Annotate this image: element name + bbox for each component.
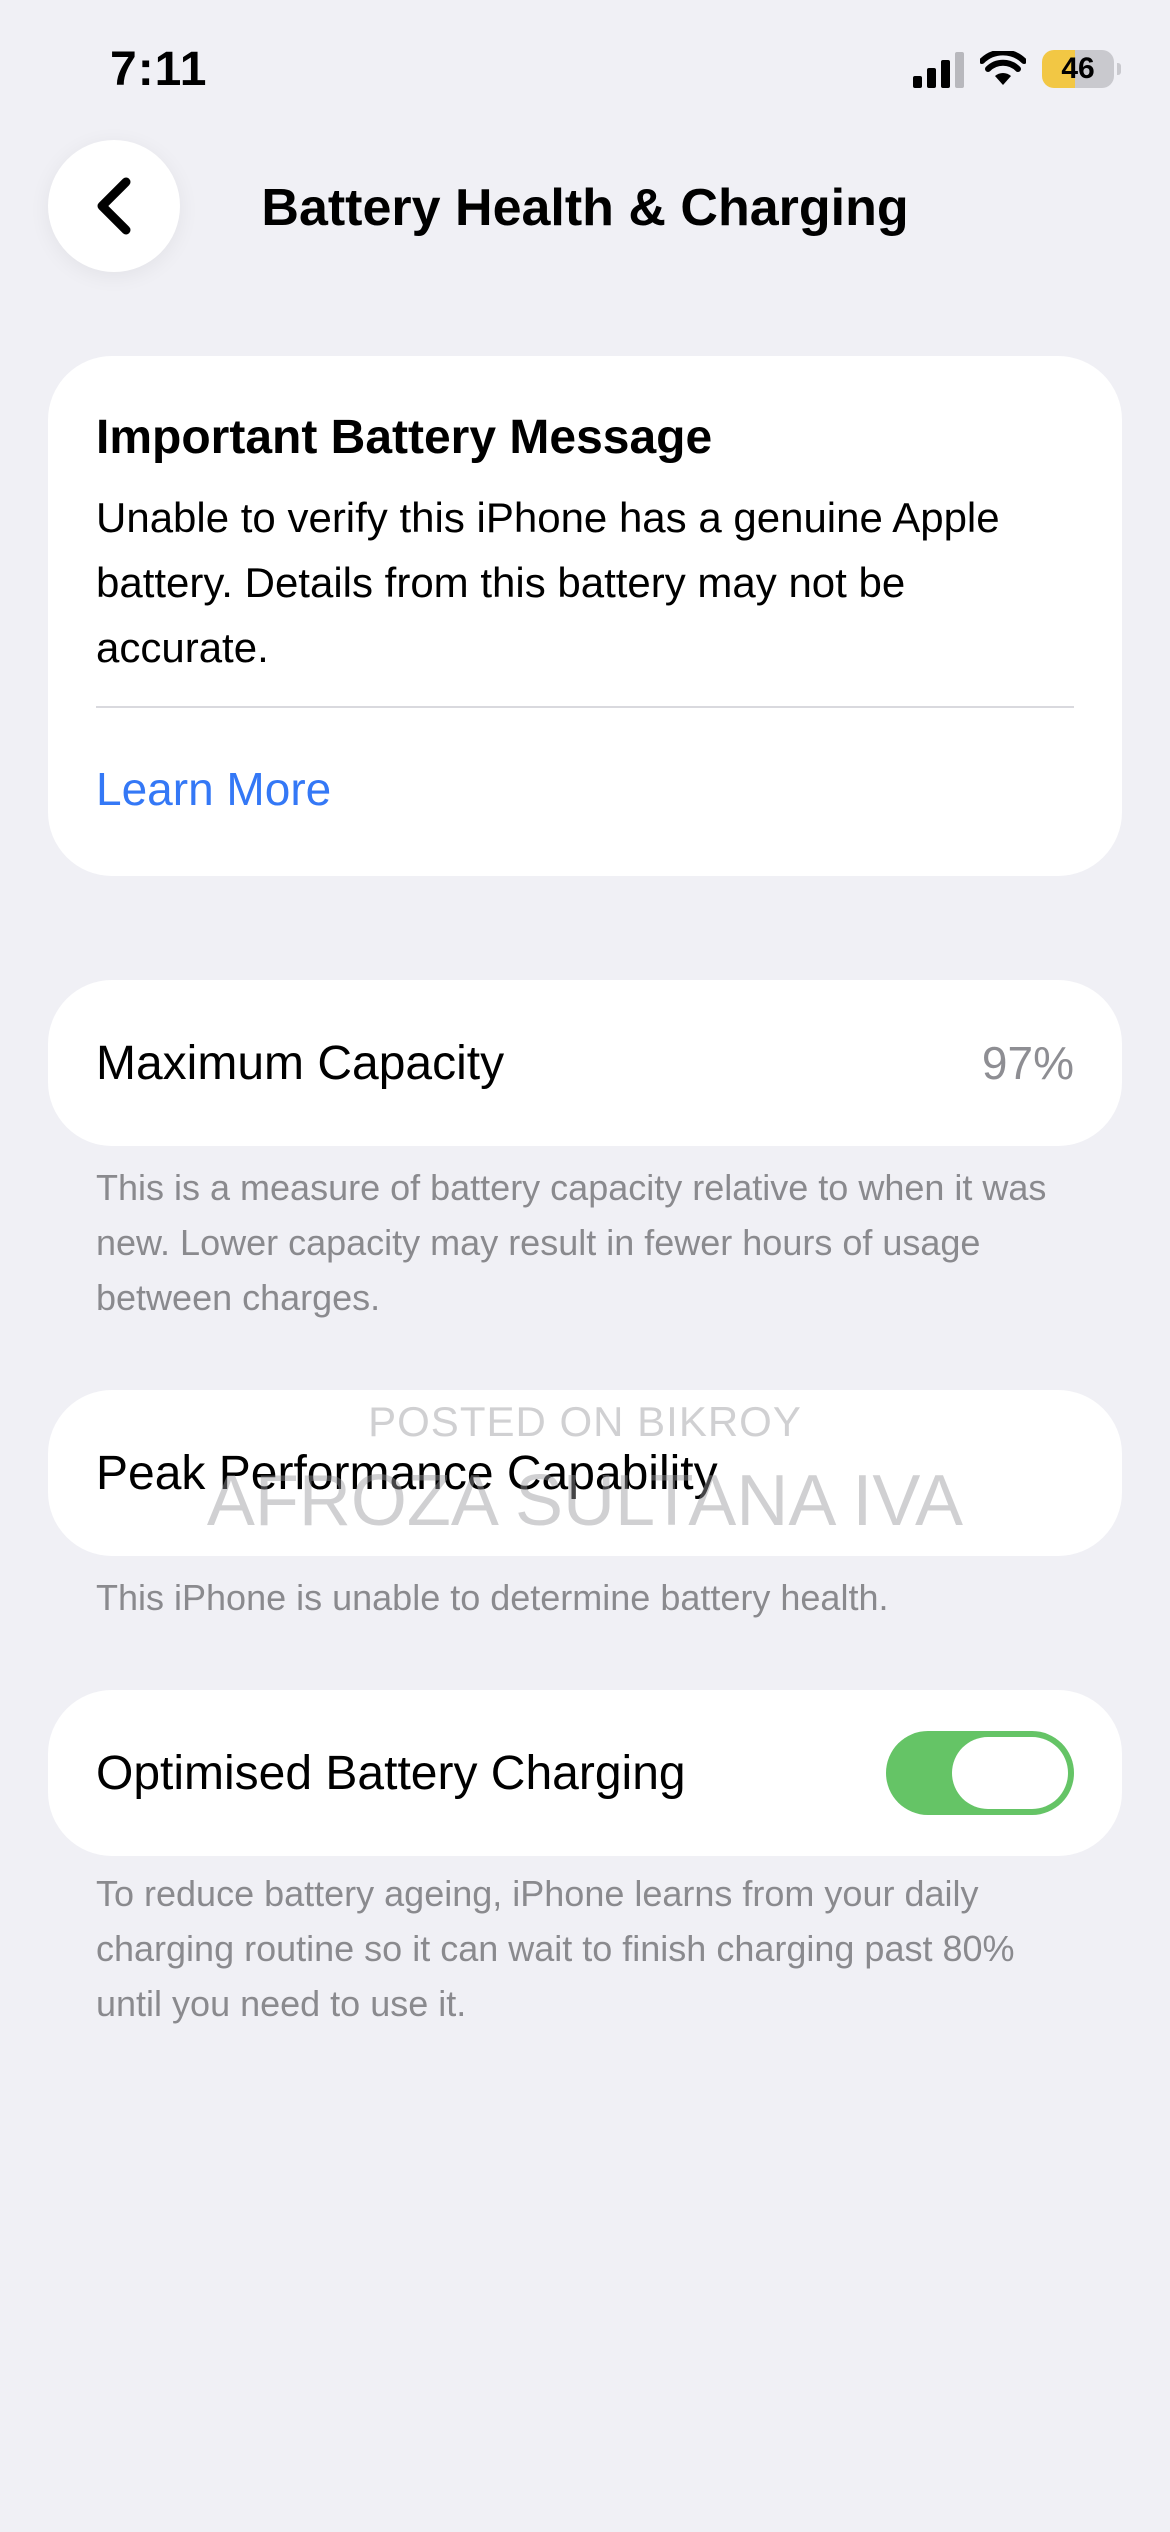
wifi-icon	[980, 51, 1026, 85]
maximum-capacity-label: Maximum Capacity	[96, 1036, 505, 1090]
page-title: Battery Health & Charging	[261, 179, 909, 237]
optimised-charging-label: Optimised Battery Charging	[96, 1746, 686, 1800]
peak-performance-row: Peak Performance Capability	[48, 1390, 1122, 1556]
toggle-knob	[952, 1737, 1068, 1809]
learn-more-link[interactable]: Learn More	[96, 762, 1074, 816]
maximum-capacity-value: 97%	[981, 1037, 1074, 1089]
optimised-charging-toggle[interactable]	[886, 1731, 1074, 1815]
optimised-charging-footnote: To reduce battery ageing, iPhone learns …	[96, 1873, 1015, 2024]
divider	[96, 706, 1074, 708]
optimised-charging-row: Optimised Battery Charging	[48, 1690, 1122, 1856]
status-icons: 46	[913, 50, 1121, 88]
message-title: Important Battery Message	[96, 411, 713, 464]
maximum-capacity-row: Maximum Capacity 97%	[48, 980, 1122, 1146]
battery-message-card: Important Battery Message Unable to veri…	[48, 356, 1122, 876]
maximum-capacity-footnote: This is a measure of battery capacity re…	[96, 1167, 1047, 1318]
peak-performance-label: Peak Performance Capability	[96, 1446, 718, 1500]
cellular-signal-icon	[913, 50, 964, 88]
peak-performance-footnote: This iPhone is unable to determine batte…	[96, 1577, 889, 1618]
message-body: Unable to verify this iPhone has a genui…	[96, 494, 1000, 671]
battery-icon: 46	[1042, 50, 1121, 88]
status-time: 7:11	[110, 43, 208, 96]
